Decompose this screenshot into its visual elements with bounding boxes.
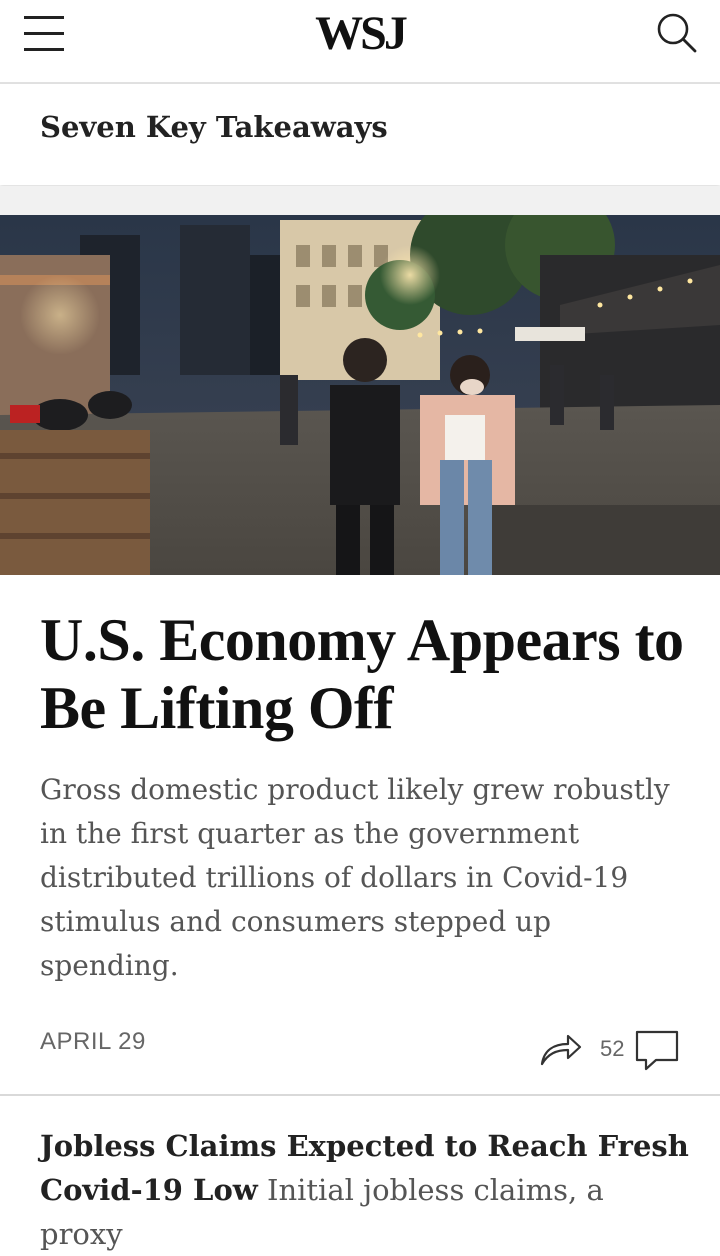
- share-arrow-icon[interactable]: [538, 1026, 582, 1070]
- comment-count[interactable]: 52: [600, 1036, 624, 1062]
- article-divider: [0, 1094, 720, 1096]
- top-navigation-bar: WSJ: [0, 0, 720, 84]
- next-article-teaser[interactable]: Jobless Claims Expected to Reach Fresh C…: [40, 1124, 690, 1256]
- search-icon[interactable]: [656, 12, 698, 54]
- article-headline[interactable]: U.S. Economy Appears to Be Lifting Off: [40, 606, 700, 742]
- comment-bubble-icon[interactable]: [634, 1028, 680, 1072]
- article-date: APRIL 29: [40, 1028, 146, 1055]
- article-meta-row: APRIL 29 52: [40, 1026, 680, 1076]
- wsj-logo[interactable]: WSJ: [0, 6, 720, 61]
- article-summary: Gross domestic product likely grew robus…: [40, 773, 670, 982]
- section-divider: [0, 186, 720, 215]
- section-title[interactable]: Seven Key Takeaways: [40, 110, 388, 144]
- section-header: Seven Key Takeaways: [0, 84, 720, 185]
- article-hero-image[interactable]: [0, 215, 720, 575]
